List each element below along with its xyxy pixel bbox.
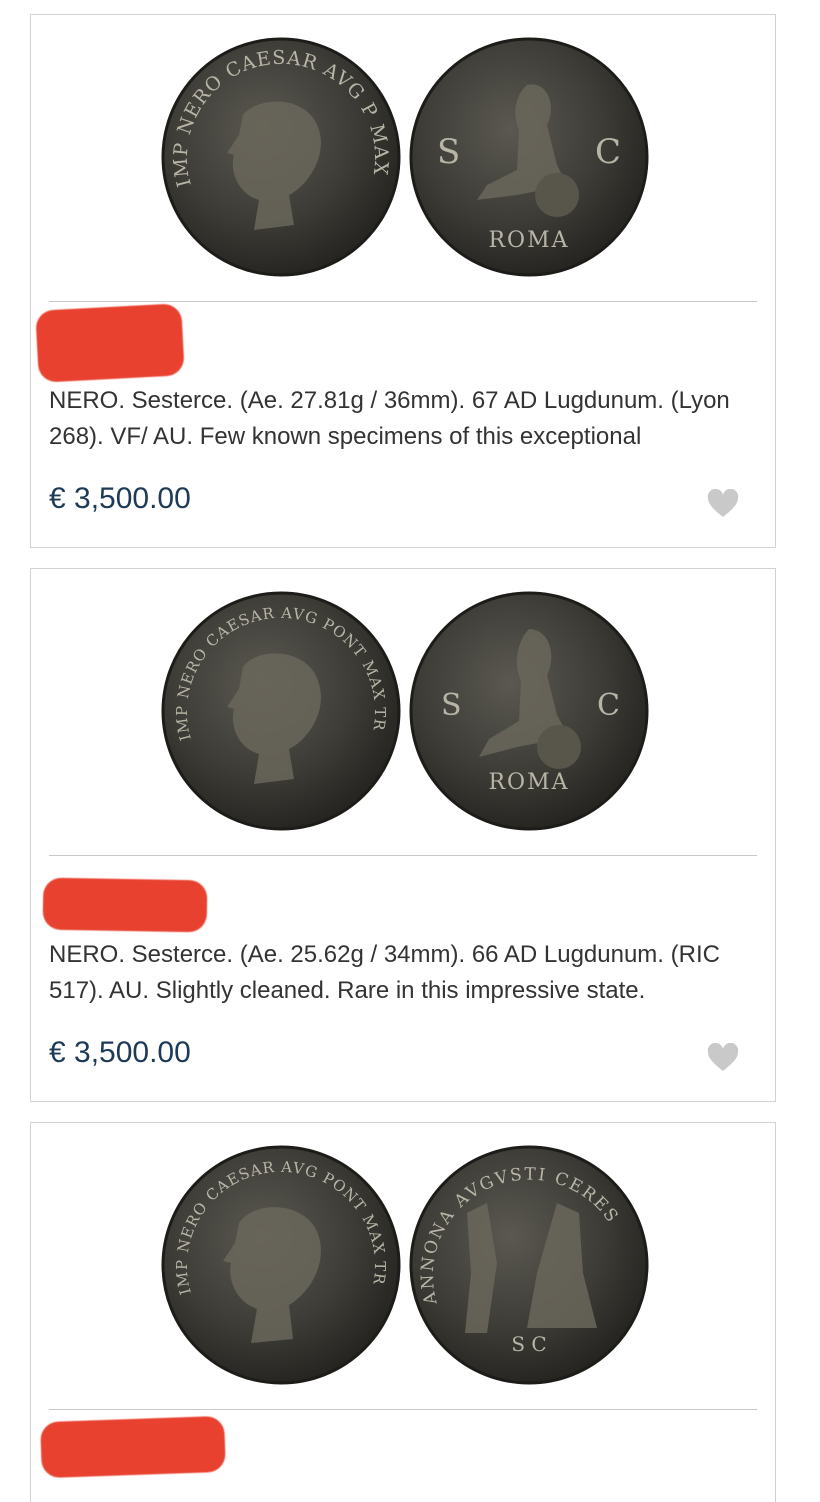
item-price: € 3,500.00 xyxy=(49,1036,191,1069)
redaction-mark xyxy=(35,303,185,383)
coin-photo[interactable]: IMP NERO CAESAR AVG PONT MAX TR POT P P … xyxy=(159,589,653,839)
coin-obverse-image: IMP NERO CAESAR AVG PONT MAX TR POT P P xyxy=(159,589,401,831)
divider xyxy=(49,1409,757,1410)
divider xyxy=(49,301,757,302)
coin-photo[interactable]: IMP NERO CAESAR AVG PONT MAX TR POT P P … xyxy=(159,1143,653,1393)
listing-card[interactable]: IMP NERO CAESAR AVG P MAX TR P S C ROMA … xyxy=(30,14,776,548)
heart-icon[interactable] xyxy=(707,489,739,519)
coin-reverse-image: S C ROMA xyxy=(409,591,649,831)
reverse-field-right: C xyxy=(597,688,620,723)
reverse-legend: ROMA xyxy=(488,228,569,253)
redaction-mark xyxy=(42,877,208,933)
listing-card[interactable]: IMP NERO CAESAR AVG PONT MAX TR POT P P … xyxy=(30,568,776,1102)
divider xyxy=(49,855,757,856)
redaction-mark xyxy=(40,1415,226,1479)
reverse-legend: ROMA xyxy=(488,770,569,795)
reverse-field-right: C xyxy=(595,132,621,172)
reverse-field-left: S xyxy=(441,688,462,723)
item-description[interactable]: NERO. Sesterce. (Ae. 27.81g / 36mm). 67 … xyxy=(49,383,751,455)
coin-obverse-image: IMP NERO CAESAR AVG P MAX TR P xyxy=(159,35,401,277)
item-description[interactable]: NERO. Sesterce. (Ae. 25.62g / 34mm). 66 … xyxy=(49,937,751,1009)
heart-icon[interactable] xyxy=(707,1043,739,1073)
coin-photo[interactable]: IMP NERO CAESAR AVG P MAX TR P S C ROMA xyxy=(159,35,653,285)
listing-card[interactable]: IMP NERO CAESAR AVG PONT MAX TR POT P P … xyxy=(30,1122,776,1502)
item-price: € 3,500.00 xyxy=(49,482,191,515)
coin-reverse-image: ANNONA AVGVSTI CERES S C xyxy=(409,1145,649,1385)
reverse-field: S C xyxy=(511,1332,546,1356)
reverse-field-left: S xyxy=(437,132,460,172)
coin-reverse-image: S C ROMA xyxy=(409,37,649,277)
coin-obverse-image: IMP NERO CAESAR AVG PONT MAX TR POT P P xyxy=(159,1143,401,1385)
